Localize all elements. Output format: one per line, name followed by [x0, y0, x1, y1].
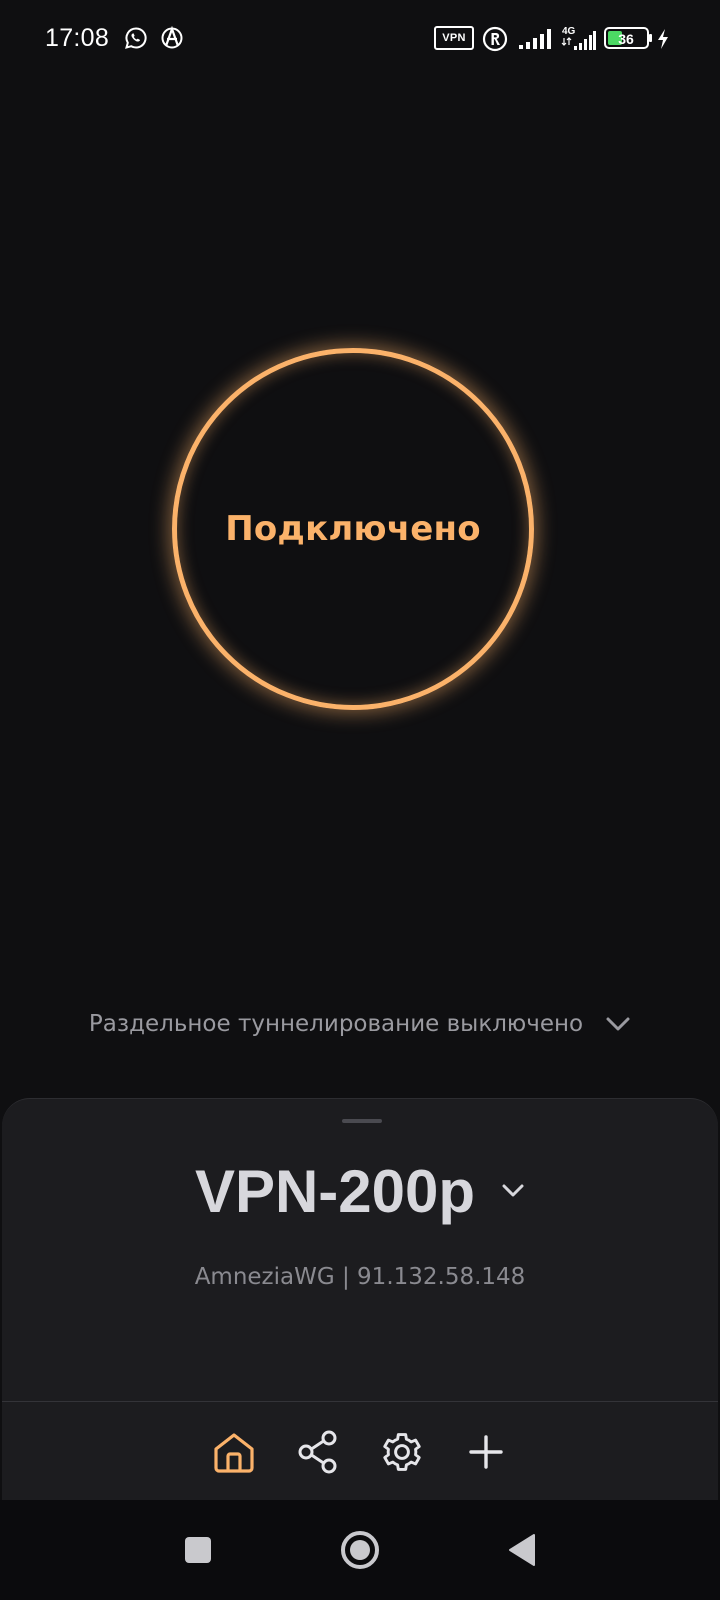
back-triangle-icon	[509, 1534, 535, 1566]
server-name: VPN-200p	[194, 1157, 476, 1225]
divider	[2, 1401, 718, 1402]
anarchy-icon	[161, 26, 183, 49]
square-icon	[185, 1537, 211, 1563]
tab-settings[interactable]	[380, 1430, 424, 1474]
back-button[interactable]	[500, 1528, 544, 1572]
connect-button[interactable]: Подключено	[172, 348, 534, 710]
gear-icon	[383, 1433, 421, 1471]
chevron-down-icon	[606, 1017, 630, 1031]
home-nav-button[interactable]	[338, 1528, 382, 1572]
vpn-icon: VPN	[434, 26, 474, 50]
connection-status: Подключено	[225, 509, 481, 549]
tab-bar	[2, 1417, 718, 1487]
charging-icon	[658, 29, 668, 49]
chevron-down-icon	[502, 1184, 524, 1197]
signal-icon	[519, 29, 551, 49]
tab-home[interactable]	[212, 1430, 256, 1474]
server-selector[interactable]: VPN-200p	[2, 1151, 718, 1231]
server-info: AmneziaWG | 91.132.58.148	[194, 1264, 526, 1290]
svg-text:4G: 4G	[562, 26, 576, 37]
home-icon	[214, 1433, 254, 1473]
tab-add[interactable]	[464, 1430, 508, 1474]
battery-level: 36	[618, 31, 634, 47]
bottom-sheet: VPN-200p AmneziaWG | 91.132.58.148	[2, 1098, 718, 1501]
status-time: 17:08	[45, 24, 110, 52]
roaming-icon	[482, 26, 508, 52]
drag-handle[interactable]	[342, 1119, 382, 1123]
signal-4g-icon: 4G	[561, 26, 596, 50]
recents-button[interactable]	[176, 1528, 220, 1572]
status-bar: 17:08 VPN 4G 36	[0, 0, 720, 80]
system-nav-bar	[0, 1500, 720, 1600]
plus-icon	[469, 1435, 503, 1469]
whatsapp-icon	[125, 27, 147, 49]
tab-share[interactable]	[296, 1430, 340, 1474]
battery-icon: 36	[604, 27, 652, 49]
split-tunneling-toggle[interactable]: Раздельное туннелирование выключено	[0, 1004, 720, 1044]
split-tunneling-label: Раздельное туннелирование выключено	[88, 1011, 584, 1037]
share-icon	[298, 1430, 337, 1474]
circle-icon	[341, 1531, 379, 1569]
